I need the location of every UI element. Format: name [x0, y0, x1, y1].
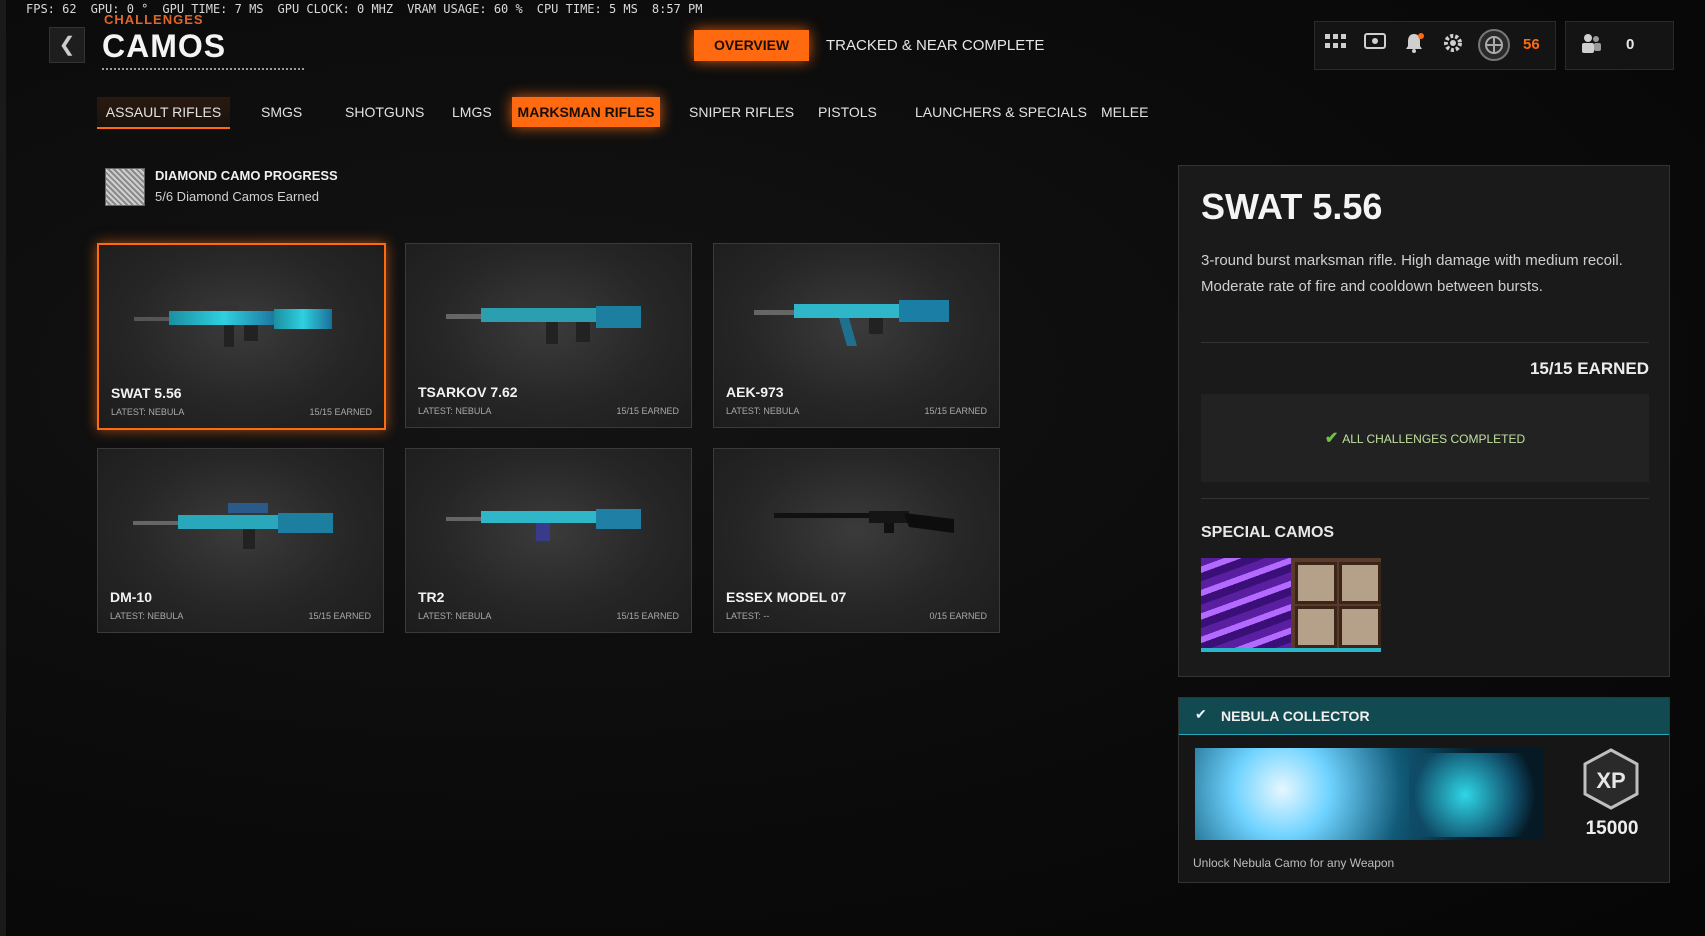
xp-reward-value: 15000 [1585, 818, 1639, 839]
special-camo-tiles[interactable] [1291, 558, 1381, 652]
checkmark-icon: ✔ [1324, 430, 1339, 447]
camo-tile [1339, 606, 1381, 648]
top-icon-bar: 56 [1314, 21, 1556, 70]
camo-tile [1339, 562, 1381, 604]
weapon-earned: 15/15 EARNED [308, 611, 371, 621]
weapon-earned: 15/15 EARNED [616, 406, 679, 416]
essex-model-07-weapon-image [774, 511, 954, 533]
camo-tile [1295, 562, 1337, 604]
weapon-earned: 0/15 EARNED [929, 611, 987, 621]
diamond-progress-title: DIAMOND CAMO PROGRESS [155, 168, 338, 183]
tab-melee[interactable]: MELEE [1101, 97, 1148, 127]
nebula-collector-panel[interactable]: ✔ NEBULA COLLECTOR XP 15000 Unlock Nebul… [1178, 697, 1670, 883]
checkmark-icon: ✔ [1195, 706, 1207, 722]
weapon-card-dm-10[interactable]: DM-10 LATEST: NEBULA 15/15 EARNED [97, 448, 384, 633]
weapon-latest-camo: LATEST: NEBULA [111, 407, 185, 417]
weapon-earned: 15/15 EARNED [309, 407, 372, 417]
divider [1201, 498, 1649, 499]
weapon-latest-camo: LATEST: NEBULA [726, 406, 800, 416]
party-members-icon[interactable] [1578, 32, 1604, 58]
perf-fps: FPS: 62 [26, 2, 77, 16]
breadcrumb: CHALLENGES [104, 12, 204, 27]
weapon-latest-camo: LATEST: -- [726, 611, 770, 621]
detail-description: 3-round burst marksman rifle. High damag… [1201, 252, 1623, 295]
tab-tracked-near-complete[interactable]: TRACKED & NEAR COMPLETE [806, 30, 1064, 61]
nebula-header: ✔ NEBULA COLLECTOR [1179, 698, 1669, 735]
dm-10-weapon-image [133, 503, 333, 549]
special-camo-purple-wave[interactable] [1201, 558, 1291, 652]
messages-icon[interactable] [1362, 32, 1388, 58]
notification-bell-icon[interactable] [1401, 32, 1427, 58]
player-emblem-icon[interactable] [1477, 28, 1511, 62]
weapon-latest-camo: LATEST: NEBULA [418, 611, 492, 621]
tab-pistols[interactable]: PISTOLS [818, 97, 877, 127]
challenge-status-label: ALL CHALLENGES COMPLETED [1342, 432, 1526, 446]
weapon-detail-panel: SWAT 5.56 3-round burst marksman rifle. … [1178, 165, 1670, 677]
weapon-name: TSARKOV 7.62 [418, 384, 518, 400]
perf-cpu-time: CPU TIME: 5 MS [536, 2, 638, 16]
weapon-latest-camo: LATEST: NEBULA [110, 611, 184, 621]
nebula-title: NEBULA COLLECTOR [1221, 708, 1370, 724]
weapon-card-tr2[interactable]: TR2 LATEST: NEBULA 15/15 EARNED [405, 448, 692, 633]
diamond-progress-subtitle: 5/6 Diamond Camos Earned [155, 189, 320, 204]
xp-badge-icon: XP [1583, 748, 1639, 810]
tab-shotguns[interactable]: SHOTGUNS [345, 97, 424, 127]
weapon-card-tsarkov-762[interactable]: TSARKOV 7.62 LATEST: NEBULA 15/15 EARNED [405, 243, 692, 428]
special-camos-heading: SPECIAL CAMOS [1201, 524, 1335, 541]
perf-clock: 8:57 PM [651, 2, 703, 16]
weapon-card-swat-556[interactable]: SWAT 5.56 LATEST: NEBULA 15/15 EARNED [97, 243, 386, 430]
divider [1201, 342, 1649, 343]
tab-overview[interactable]: OVERVIEW [694, 30, 810, 61]
swat-556-weapon-image [134, 305, 332, 347]
page-title: CAMOS [102, 28, 227, 64]
weapon-earned: 15/15 EARNED [924, 406, 987, 416]
settings-gear-icon[interactable] [1440, 32, 1466, 58]
weapon-card-aek-973[interactable]: AEK-973 LATEST: NEBULA 15/15 EARNED [713, 243, 1000, 428]
nebula-description: Unlock Nebula Camo for any Weapon [1193, 856, 1395, 870]
title-underline [102, 66, 304, 70]
token-count: 56 [1523, 36, 1540, 53]
tab-smgs[interactable]: SMGS [261, 97, 302, 127]
nebula-reward-image-highlight [1409, 753, 1549, 837]
camo-tile [1295, 606, 1337, 648]
perf-gpu-clock: GPU CLOCK: 0 MHZ [277, 2, 394, 16]
back-icon: ❮ [58, 34, 76, 56]
perf-vram: VRAM USAGE: 60 % [407, 2, 523, 16]
aek-973-weapon-image [754, 300, 949, 346]
detail-title: SWAT 5.56 [1201, 186, 1383, 227]
tab-sniper-rifles[interactable]: SNIPER RIFLES [689, 97, 794, 127]
weapon-name: DM-10 [110, 589, 153, 605]
weapon-card-essex-model-07[interactable]: ESSEX MODEL 07 LATEST: -- 0/15 EARNED [713, 448, 1000, 633]
tab-lmgs[interactable]: LMGS [452, 97, 492, 127]
back-button[interactable]: ❮ [49, 27, 85, 63]
left-edge [0, 0, 6, 936]
challenge-status: ✔ ALL CHALLENGES COMPLETED [1201, 428, 1649, 448]
weapon-earned: 15/15 EARNED [616, 611, 679, 621]
tab-marksman-rifles[interactable]: MARKSMAN RIFLES [512, 97, 660, 127]
weapon-name: SWAT 5.56 [111, 385, 182, 401]
tab-assault-rifles[interactable]: ASSAULT RIFLES [97, 97, 230, 129]
tr2-weapon-image [446, 509, 641, 541]
party-count: 0 [1626, 36, 1635, 53]
diamond-camo-icon [105, 168, 145, 206]
tab-launchers-specials[interactable]: LAUNCHERS & SPECIALS [915, 97, 1087, 127]
social-panel[interactable]: 0 [1565, 21, 1674, 70]
weapon-latest-camo: LATEST: NEBULA [418, 406, 492, 416]
weapon-name: TR2 [418, 589, 445, 605]
tsarkov-762-weapon-image [446, 300, 641, 344]
grid-menu-icon[interactable] [1323, 32, 1349, 58]
challenge-status-box: ✔ ALL CHALLENGES COMPLETED [1201, 394, 1649, 482]
weapon-name: ESSEX MODEL 07 [726, 589, 847, 605]
detail-earned-count: 15/15 EARNED [1529, 359, 1649, 378]
weapon-name: AEK-973 [726, 384, 784, 400]
xp-label: XP [1596, 768, 1625, 793]
